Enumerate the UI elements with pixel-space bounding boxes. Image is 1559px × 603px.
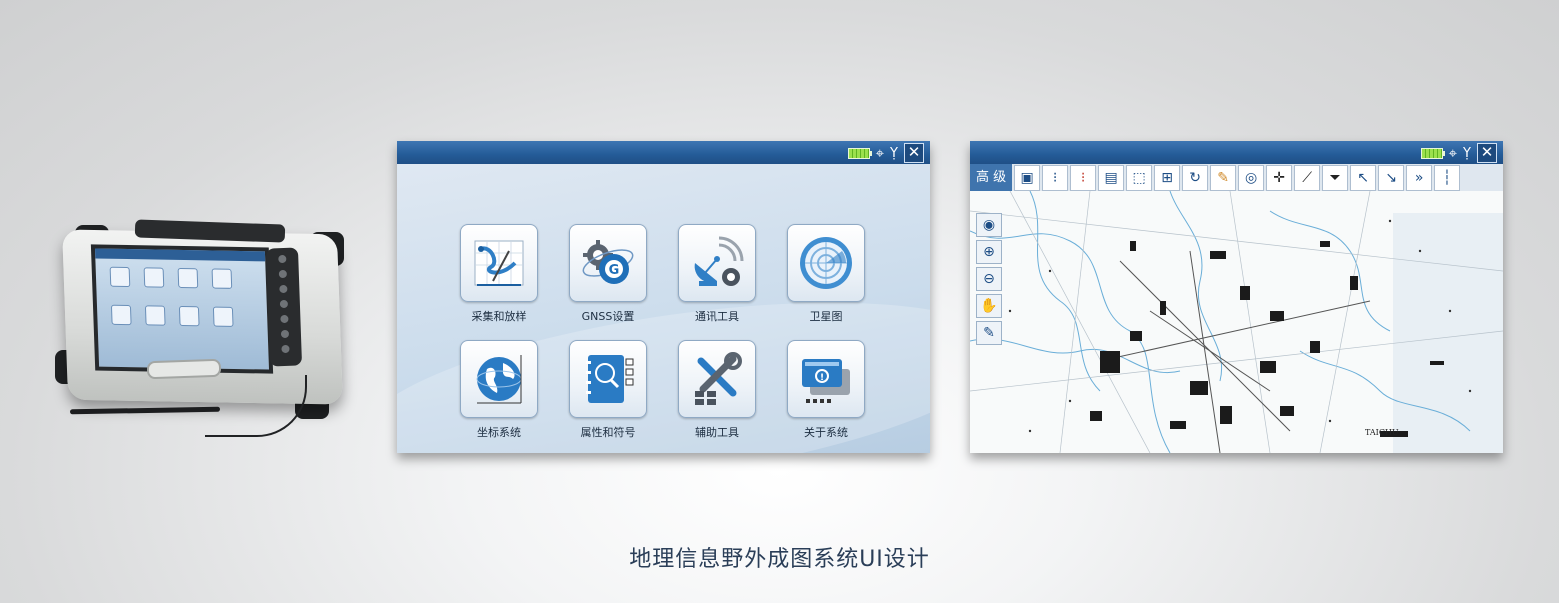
signal-antenna-icon: Ỵ — [890, 145, 898, 161]
device-keypad — [265, 247, 303, 367]
app-communication-tool[interactable]: 通讯工具 — [678, 224, 756, 324]
topographic-map — [970, 191, 1503, 453]
app-label: 关于系统 — [804, 426, 848, 439]
battery-icon — [847, 147, 872, 159]
point-grid-icon[interactable]: ⁝ — [1042, 164, 1069, 191]
app-gnss-settings[interactable]: G GNSS设置 — [569, 224, 647, 324]
svg-text:G: G — [609, 263, 620, 278]
app-label: 采集和放样 — [471, 310, 527, 323]
advanced-mode-button[interactable]: 高 级 — [970, 164, 1013, 191]
arrow-right-icon[interactable]: ↘ — [1378, 164, 1405, 191]
status-area: ⌖ Ỵ ✕ — [1420, 143, 1497, 163]
globe-icon[interactable]: ◉ — [976, 213, 1002, 237]
select-area-icon[interactable]: ⬚ — [1126, 164, 1153, 191]
device-screen — [90, 244, 274, 374]
app-label: 坐标系统 — [477, 426, 521, 439]
app-label: 属性和符号 — [580, 426, 636, 439]
app-satellite-view[interactable]: 卫星图 — [787, 224, 865, 324]
about-system-icon: ! — [787, 340, 865, 418]
app-collect-stakeout[interactable]: 采集和放样 — [460, 224, 538, 324]
app-about-system[interactable]: ! 关于系统 — [787, 340, 865, 440]
satellite-view-icon — [787, 224, 865, 302]
zoom-in-icon[interactable]: ⊕ — [976, 240, 1002, 264]
vertex-edit-icon[interactable]: ⟋ — [1294, 164, 1321, 191]
map-side-toolbar: ◉ ⊕ ⊖ ✋ ✎ — [976, 213, 1002, 345]
map-window: ⌖ Ỵ ✕ 高 级 ▣ ⁝ ⁝ ▤ ⬚ ⊞ ↻ ✎ ◎ ✛ ⟋ ⏷ ↖ ↘ » … — [970, 141, 1503, 453]
crosshair-icon[interactable]: ✛ — [1266, 164, 1293, 191]
palette-icon[interactable]: ✎ — [1210, 164, 1237, 191]
map-place-label: TAICHU — [1365, 428, 1399, 437]
gnss-settings-icon: G — [569, 224, 647, 302]
gps-icon: ⌖ — [875, 143, 885, 162]
stylus-cord — [205, 375, 307, 437]
app-label: 通讯工具 — [695, 310, 739, 323]
target-icon[interactable]: ◎ — [1238, 164, 1265, 191]
save-icon[interactable]: ▣ — [1014, 164, 1041, 191]
zoom-out-icon[interactable]: ⊖ — [976, 267, 1002, 291]
status-area: ⌖ Ỵ ✕ — [847, 143, 924, 163]
app-label: 卫星图 — [809, 310, 843, 323]
funnel-icon[interactable]: ⏷ — [1322, 164, 1349, 191]
app-grid: 采集和放样 G GNSS设置 通讯工具 卫星图 坐标系统 属性和符号 辅助工具 … — [460, 224, 865, 440]
hand-pan-icon[interactable]: ✋ — [976, 294, 1002, 318]
handheld-device-image — [55, 210, 355, 440]
gps-icon: ⌖ — [1448, 143, 1458, 162]
pen-icon[interactable]: ✎ — [976, 321, 1002, 345]
map-toolbar: 高 级 ▣ ⁝ ⁝ ▤ ⬚ ⊞ ↻ ✎ ◎ ✛ ⟋ ⏷ ↖ ↘ » ┆ — [970, 164, 1503, 192]
coordinate-system-icon — [460, 340, 538, 418]
double-arrow-icon[interactable]: » — [1406, 164, 1433, 191]
battery-icon — [1420, 147, 1445, 159]
add-box-icon[interactable]: ⊞ — [1154, 164, 1181, 191]
title-bar: ⌖ Ỵ ✕ — [970, 141, 1503, 164]
stylus-pen — [69, 406, 221, 415]
app-label: 辅助工具 — [695, 426, 739, 439]
layer-window-icon[interactable]: ▤ — [1098, 164, 1125, 191]
collect-stakeout-icon — [460, 224, 538, 302]
arrow-left-icon[interactable]: ↖ — [1350, 164, 1377, 191]
close-button[interactable]: ✕ — [1477, 143, 1497, 163]
auxiliary-tools-icon — [678, 340, 756, 418]
page-caption: 地理信息野外成图系统UI设计 — [629, 547, 930, 572]
close-button[interactable]: ✕ — [904, 143, 924, 163]
svg-text:!: ! — [820, 373, 824, 383]
ruler-icon[interactable]: ┆ — [1434, 164, 1461, 191]
menu-background: 采集和放样 G GNSS设置 通讯工具 卫星图 坐标系统 属性和符号 辅助工具 … — [397, 164, 930, 453]
app-label: GNSS设置 — [581, 310, 635, 323]
attributes-symbols-icon — [569, 340, 647, 418]
app-auxiliary-tools[interactable]: 辅助工具 — [678, 340, 756, 440]
main-menu-window: ⌖ Ỵ ✕ 采集和放样 G GNSS设置 通讯工具 卫星图 坐标系统 属性和符号… — [397, 141, 930, 453]
title-bar: ⌖ Ỵ ✕ — [397, 141, 930, 164]
app-attributes-symbols[interactable]: 属性和符号 — [569, 340, 647, 440]
communication-tool-icon — [678, 224, 756, 302]
map-canvas[interactable]: TAICHU ◉ ⊕ ⊖ ✋ ✎ — [970, 191, 1503, 453]
point-grid-red-icon[interactable]: ⁝ — [1070, 164, 1097, 191]
app-coordinate-system[interactable]: 坐标系统 — [460, 340, 538, 440]
rotate-icon[interactable]: ↻ — [1182, 164, 1209, 191]
signal-antenna-icon: Ỵ — [1463, 145, 1471, 161]
